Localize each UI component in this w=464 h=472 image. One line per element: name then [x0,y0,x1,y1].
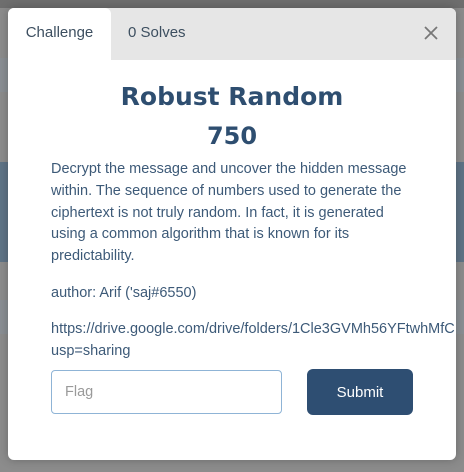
link-line-2: usp=sharing [51,342,131,359]
tab-challenge[interactable]: Challenge [8,8,111,60]
challenge-modal: Challenge 0 Solves Robust Random 750 Dec… [8,8,456,460]
challenge-author: author: Arif ('saj#6550) [51,285,197,301]
challenge-title: Robust Random [120,82,344,111]
challenge-description: Decrypt the message and uncover the hidd… [51,161,407,265]
submit-button[interactable]: Submit [307,369,413,415]
close-icon [424,26,438,40]
tab-solves[interactable]: 0 Solves [128,8,186,60]
tab-bar: Challenge 0 Solves [8,8,456,60]
challenge-file-link[interactable]: https://drive.google.com/drive/folders/1… [51,319,456,363]
link-line-1: https://drive.google.com/drive/folders/1… [51,321,455,337]
flag-input[interactable] [51,370,282,414]
close-button[interactable] [422,24,440,42]
backdrop-top-bar [0,0,464,8]
challenge-points: 750 [206,122,258,150]
